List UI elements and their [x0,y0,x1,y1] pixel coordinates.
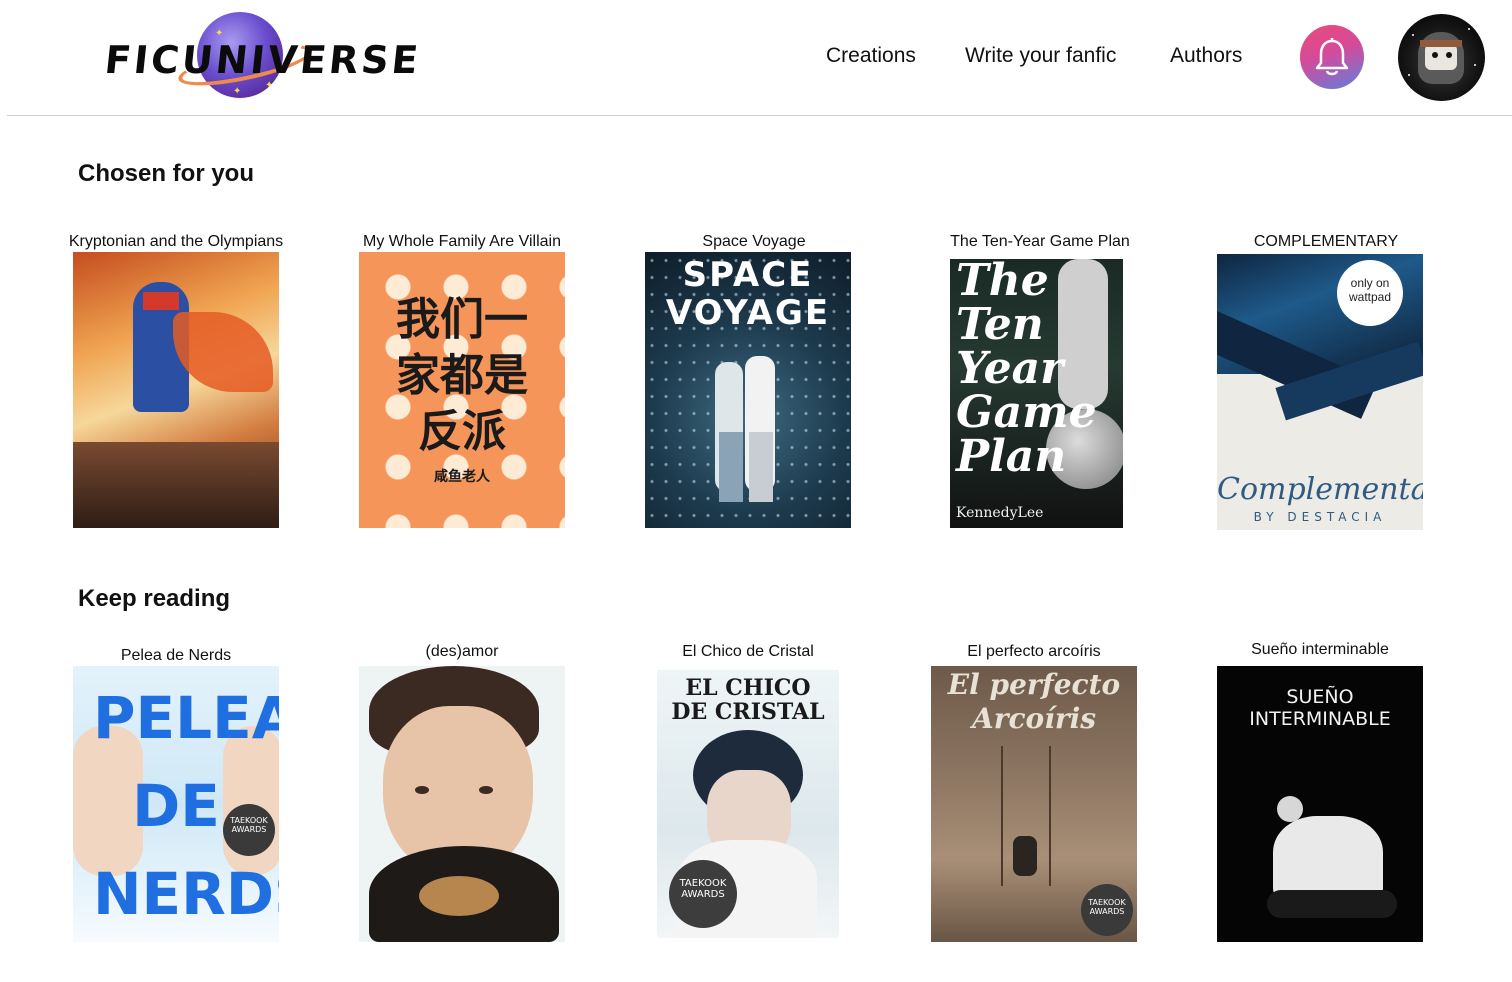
cover-author: KennedyLee [956,505,1044,521]
logo-text: FICUNIVERSE [102,38,424,82]
section-title-keep: Keep reading [78,585,231,612]
header-divider [7,115,1512,116]
book-cover: SPACE VOYAGE [645,252,851,528]
book-title: El Chico de Cristal [682,643,814,660]
nav-creations[interactable]: Creations [826,44,916,68]
wattpad-badge: only on wattpad [1337,260,1403,326]
cover-title: The Ten Year Game Plan [956,259,1097,482]
cover-title: El perfecto Arcoíris [947,668,1121,735]
cover-author: 咸鱼老人 [434,469,490,485]
book-title: El perfecto arcoíris [967,643,1101,660]
section-title-chosen: Chosen for you [78,160,255,187]
award-badge: TAEKOOK AWARDS [669,860,737,928]
cover-title: 我们一家都是反派 [396,294,528,457]
book-cover: El perfecto Arcoíris TAEKOOK AWARDS [931,666,1137,942]
award-badge: TAEKOOK AWARDS [1081,884,1133,936]
nav-write-fanfic[interactable]: Write your fanfic [965,44,1116,68]
header: ✦ ✦ ✦ FICUNIVERSE Creations Write your f… [0,0,1512,115]
cover-title: Complementary [1217,472,1423,507]
book-title: Space Voyage [702,233,806,250]
cover-title: PELEA DE NERDS [93,684,279,928]
book-cover: 我们一家都是反派 咸鱼老人 [359,252,565,528]
ficuniverse-logo[interactable]: ✦ ✦ ✦ FICUNIVERSE [103,10,423,106]
book-title: Sueño interminable [1251,641,1389,658]
star-icon: ✦ [233,86,242,97]
book-title: COMPLEMENTARY [1253,233,1399,250]
book-cover [359,666,565,942]
book-title: (des)amor [425,643,499,660]
cover-title: SPACE VOYAGE [665,255,831,333]
book-cover: EL CHICO DE CRISTAL TAEKOOK AWARDS [657,670,839,938]
book-title: Pelea de Nerds [120,647,232,664]
book-cover: SUEÑO INTERMINABLE [1217,666,1423,942]
cover-title: EL CHICO DE CRISTAL [671,675,825,725]
book-title: The Ten-Year Game Plan [950,233,1130,250]
avatar[interactable] [1398,14,1485,101]
book-cover [73,252,279,528]
award-badge: TAEKOOK AWARDS [223,804,275,856]
book-title: My Whole Family Are Villain [363,233,561,250]
cover-title: SUEÑO INTERMINABLE [1249,686,1391,730]
cover-author: BY DESTACIA [1253,510,1387,524]
nav-authors[interactable]: Authors [1170,44,1242,68]
book-cover: The Ten Year Game Plan KennedyLee [950,259,1123,528]
book-cover: PELEA DE NERDS TAEKOOK AWARDS [73,666,279,942]
book-title: Kryptonian and the Olympians [68,233,284,250]
book-cover: only on wattpad Complementary BY DESTACI… [1217,254,1423,530]
bell-icon [1315,38,1349,76]
notifications-button[interactable] [1300,25,1364,89]
